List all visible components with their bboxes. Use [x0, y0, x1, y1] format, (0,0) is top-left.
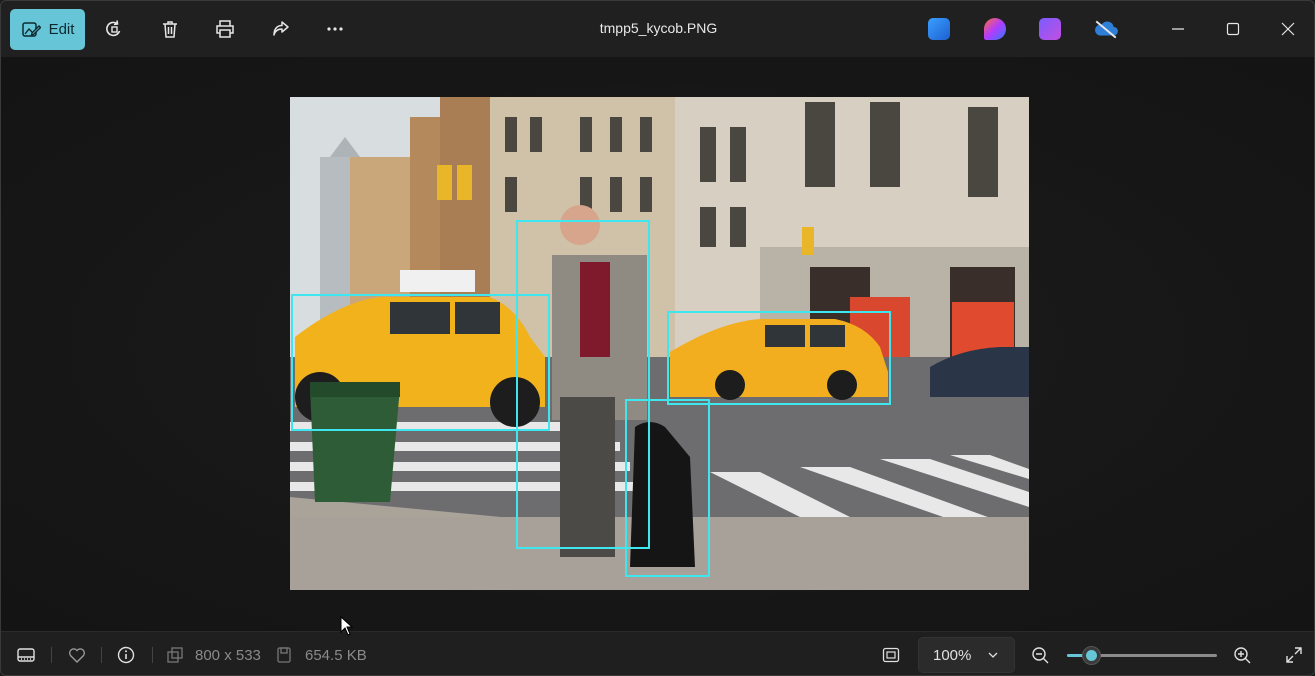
detection-box-dog: [625, 399, 710, 577]
zoom-in-icon[interactable]: [1231, 644, 1253, 666]
close-button[interactable]: [1268, 13, 1308, 45]
maximize-icon: [1226, 22, 1240, 36]
image-dimensions-icon: [164, 644, 186, 666]
zoom-slider[interactable]: [1067, 646, 1217, 665]
edit-button-label: Edit: [48, 21, 75, 38]
detection-box-car-right: [667, 311, 891, 405]
copilot-icon[interactable]: [984, 18, 1006, 40]
file-size-icon: [273, 644, 295, 666]
divider: [51, 647, 52, 663]
trash-icon[interactable]: [156, 15, 184, 43]
photos-app-window: Edit tmpp5_kycob.PNG 800 x 533 654.5 KB …: [0, 0, 1315, 676]
file-title: tmpp5_kycob.PNG: [599, 20, 718, 36]
photos-ai-icon[interactable]: [928, 18, 950, 40]
print-icon[interactable]: [211, 15, 239, 43]
share-icon[interactable]: [267, 15, 295, 43]
info-icon[interactable]: [115, 644, 137, 666]
clipchamp-icon[interactable]: [1039, 18, 1061, 40]
maximize-button[interactable]: [1213, 13, 1253, 45]
file-size: 654.5 KB: [305, 647, 367, 664]
image-viewer[interactable]: [1, 57, 1314, 631]
zoom-level-dropdown[interactable]: 100%: [918, 637, 1015, 673]
fit-to-window-icon[interactable]: [880, 644, 902, 666]
chevron-down-icon: [988, 652, 998, 658]
fullscreen-icon[interactable]: [1283, 644, 1305, 666]
edit-image-icon: [21, 21, 41, 37]
divider: [101, 647, 102, 663]
minimize-icon: [1172, 28, 1184, 30]
zoom-out-icon[interactable]: [1029, 644, 1051, 666]
top-toolbar: Edit tmpp5_kycob.PNG: [1, 1, 1314, 57]
filmstrip-icon[interactable]: [15, 644, 37, 666]
image-dimensions: 800 x 533: [195, 647, 261, 664]
zoom-level-value: 100%: [933, 646, 972, 664]
favorite-heart-icon[interactable]: [66, 644, 88, 666]
divider: [152, 647, 153, 663]
bottom-status-bar: 800 x 533 654.5 KB 100%: [1, 631, 1314, 675]
mouse-cursor-icon: [340, 616, 354, 636]
zoom-slider-thumb[interactable]: [1082, 646, 1101, 665]
detection-box-car-left: [291, 294, 550, 431]
close-icon: [1281, 22, 1295, 36]
edit-button[interactable]: Edit: [10, 9, 85, 50]
minimize-button[interactable]: [1158, 13, 1198, 45]
street-photo[interactable]: [290, 97, 1029, 590]
more-icon[interactable]: [321, 15, 349, 43]
onedrive-offline-icon[interactable]: [1092, 15, 1120, 43]
rotate-icon[interactable]: [100, 15, 128, 43]
